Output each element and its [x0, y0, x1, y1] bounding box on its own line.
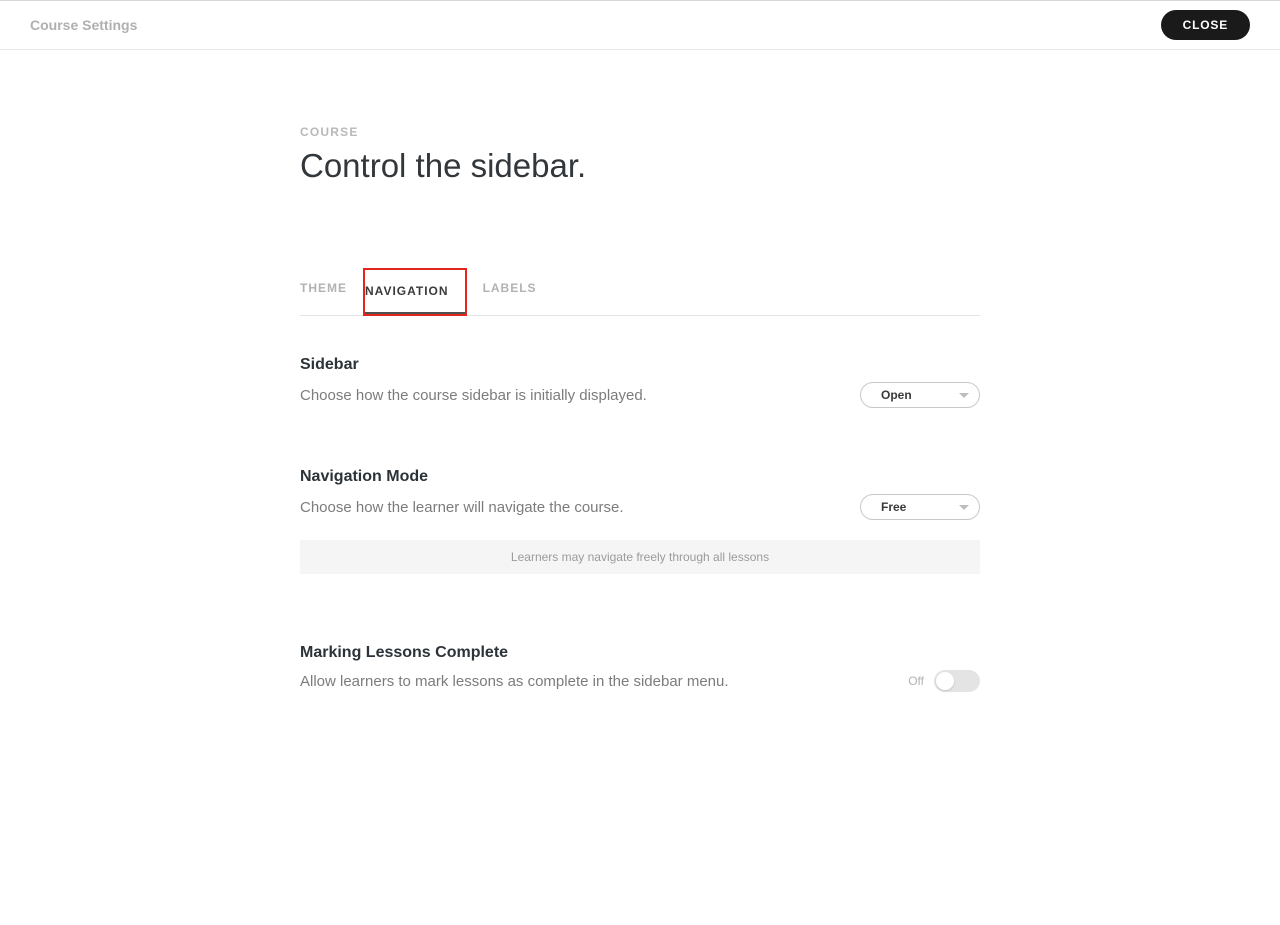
marking-toggle-label: Off [908, 674, 924, 688]
sidebar-select-value: Open [881, 388, 912, 402]
sidebar-select[interactable]: Open [860, 382, 980, 408]
tab-labels[interactable]: LABELS [467, 267, 553, 315]
tab-theme[interactable]: THEME [300, 267, 363, 315]
toggle-knob [936, 672, 954, 690]
top-bar: Course Settings CLOSE [0, 0, 1280, 50]
sidebar-desc: Choose how the course sidebar is initial… [300, 387, 647, 404]
sidebar-section: Sidebar Choose how the course sidebar is… [300, 356, 980, 408]
eyebrow-label: COURSE [300, 125, 980, 139]
navigation-mode-section: Navigation Mode Choose how the learner w… [300, 468, 980, 574]
marking-section: Marking Lessons Complete Allow learners … [300, 644, 980, 692]
marking-toggle-wrap: Off [908, 670, 980, 692]
marking-heading: Marking Lessons Complete [300, 644, 980, 662]
close-button[interactable]: CLOSE [1161, 10, 1250, 40]
caret-down-icon [959, 393, 969, 398]
navmode-hint: Learners may navigate freely through all… [300, 540, 980, 574]
content-area: COURSE Control the sidebar. THEME NAVIGA… [300, 50, 980, 692]
topbar-title: Course Settings [30, 17, 137, 33]
highlight-annotation: NAVIGATION [363, 268, 467, 316]
tabs: THEME NAVIGATION LABELS [300, 267, 980, 316]
marking-desc: Allow learners to mark lessons as comple… [300, 673, 729, 690]
navmode-desc: Choose how the learner will navigate the… [300, 499, 624, 516]
navmode-heading: Navigation Mode [300, 468, 980, 486]
navmode-select-value: Free [881, 500, 906, 514]
page-title: Control the sidebar. [300, 147, 980, 185]
navmode-select[interactable]: Free [860, 494, 980, 520]
caret-down-icon [959, 505, 969, 510]
marking-toggle[interactable] [934, 670, 980, 692]
sidebar-heading: Sidebar [300, 356, 980, 374]
tab-navigation[interactable]: NAVIGATION [365, 270, 465, 314]
